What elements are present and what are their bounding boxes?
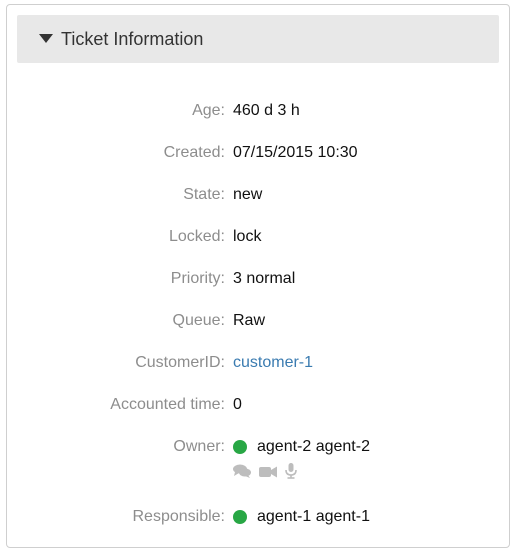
accounted-time-label: Accounted time: [110,396,225,413]
accounted-time-value: 0 [233,396,242,413]
field-row-queue: Queue: Raw [7,309,509,333]
owner-online-indicator [233,440,247,454]
field-row-locked: Locked: lock [7,225,509,249]
locked-value: lock [233,228,262,245]
owner-label: Owner: [173,438,225,455]
field-row-owner: Owner: agent-2 agent-2 [7,435,509,459]
customer-id-link[interactable]: customer-1 [233,354,313,372]
priority-value: 3 normal [233,270,296,287]
responsible-label: Responsible: [132,508,226,525]
locked-label: Locked: [168,228,225,245]
created-value: 07/15/2015 10:30 [233,144,358,161]
microphone-icon[interactable] [285,463,297,484]
field-row-accounted-time: Accounted time: 0 [7,393,509,417]
state-label: State: [183,186,225,203]
customer-id-value: customer-1 [233,354,313,372]
field-row-customer-id: CustomerID: customer-1 [7,351,509,375]
state-value: new [233,186,263,203]
chat-icon[interactable] [233,464,251,483]
owner-contact-icons [233,463,297,484]
panel-header[interactable]: Ticket Information [17,15,499,63]
age-value: 460 d 3 h [233,102,300,119]
queue-label: Queue: [172,312,225,329]
responsible-online-indicator [233,510,247,524]
priority-label: Priority: [170,270,225,287]
responsible-name[interactable]: agent-1 agent-1 [257,508,370,526]
caret-down-icon[interactable] [39,34,53,44]
panel-title: Ticket Information [61,28,204,49]
created-label: Created: [163,144,225,161]
field-row-priority: Priority: 3 normal [7,267,509,291]
owner-name[interactable]: agent-2 agent-2 [257,438,370,456]
field-row-responsible: Responsible: agent-1 agent-1 [7,505,509,529]
field-row-state: State: new [7,183,509,207]
ticket-information-panel: Ticket Information Age: 460 d 3 h Create… [6,4,510,548]
queue-value: Raw [233,312,266,329]
age-label: Age: [192,102,225,119]
responsible-value: agent-1 agent-1 [233,508,370,526]
owner-value: agent-2 agent-2 [233,438,370,456]
field-row-age: Age: 460 d 3 h [7,99,509,123]
field-row-created: Created: 07/15/2015 10:30 [7,141,509,165]
video-icon[interactable] [259,465,277,483]
customer-id-label: CustomerID: [135,354,225,371]
